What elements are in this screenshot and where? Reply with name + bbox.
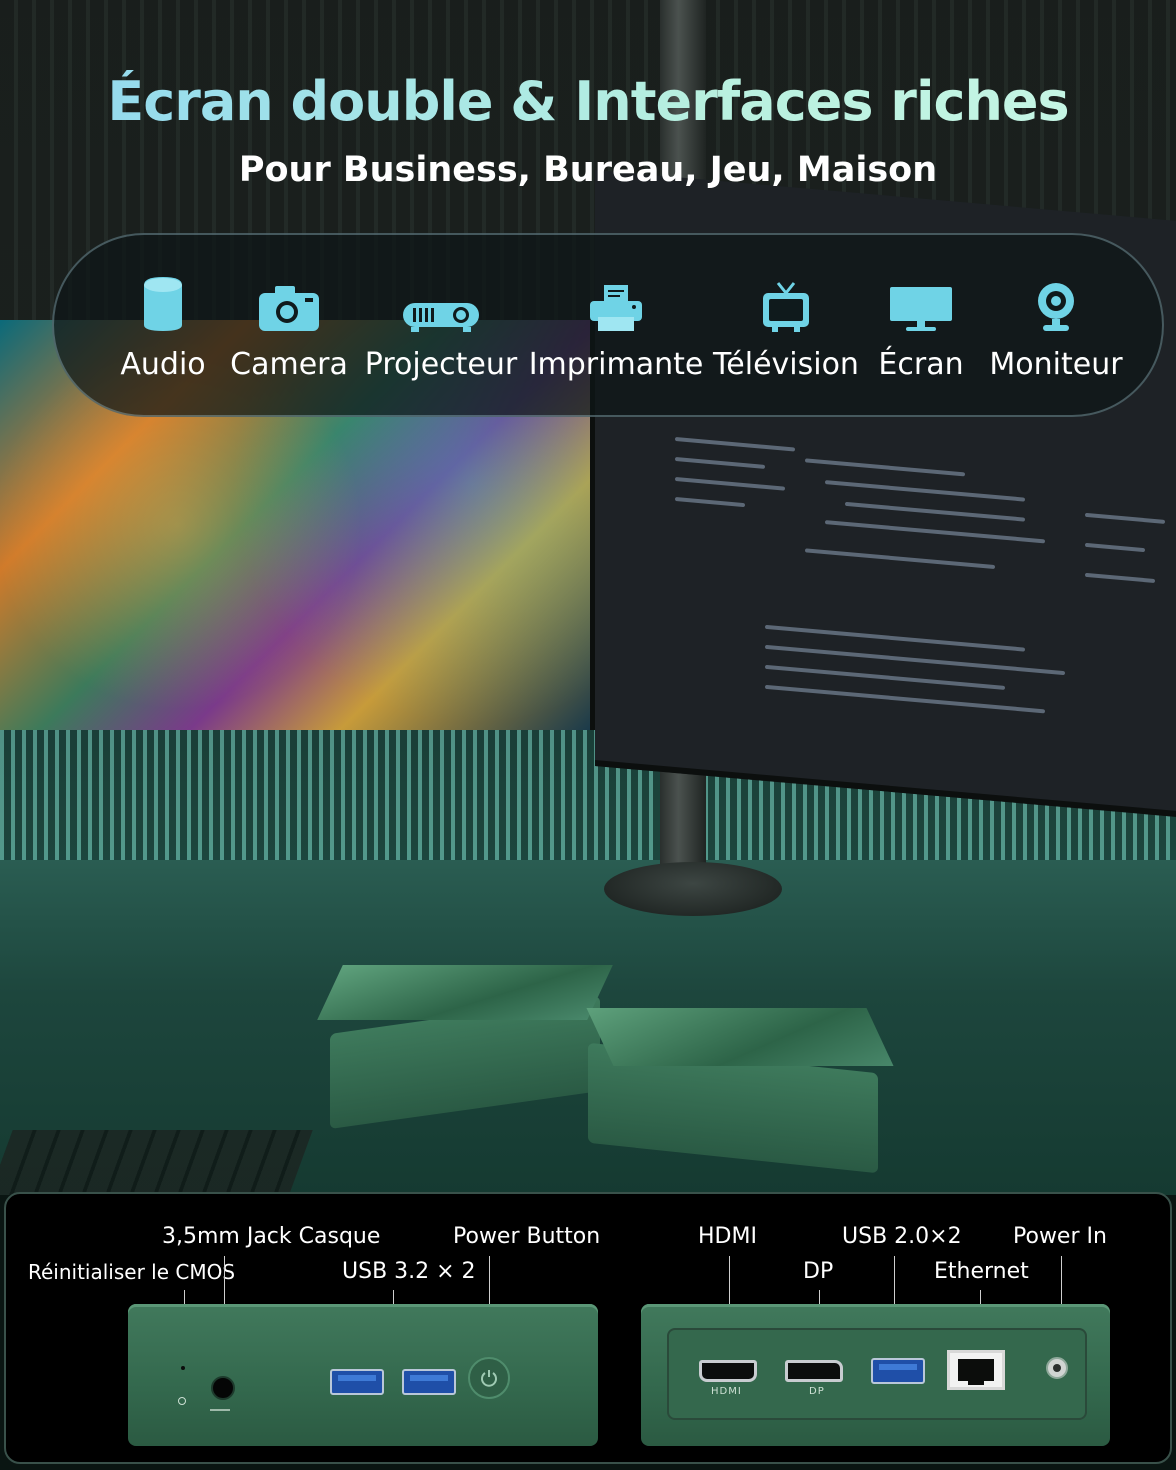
label-power-in: Power In	[1013, 1224, 1107, 1249]
page-title: Écran double & Interfaces riches	[0, 70, 1176, 133]
power-button[interactable]	[468, 1357, 510, 1399]
usb-3-port	[402, 1369, 456, 1395]
cmos-reset-icon	[178, 1397, 186, 1405]
displayport-port	[785, 1360, 843, 1382]
hdmi-port	[699, 1360, 757, 1382]
projector-icon	[401, 277, 481, 333]
page-subtitle: Pour Business, Bureau, Jeu, Maison	[238, 150, 938, 190]
webcam-icon	[1035, 277, 1077, 333]
device-item-printer: Imprimante	[529, 277, 703, 382]
mini-pc-front-lid	[317, 965, 613, 1020]
label-usb-rear: USB 2.0×2	[842, 1224, 962, 1249]
device-item-monitor: Moniteur	[989, 277, 1123, 382]
device-interfaces-panel: Audio Camera Projecteur Imprimante Télév…	[52, 233, 1164, 417]
label-reset-cmos: Réinitialiser le CMOS	[28, 1260, 236, 1284]
tv-icon	[760, 277, 812, 333]
display-icon	[888, 277, 954, 333]
cmos-reset-hole	[181, 1366, 185, 1370]
ethernet-port	[947, 1350, 1005, 1390]
usb-2-port	[871, 1358, 925, 1384]
monitor-arm-base	[604, 862, 782, 916]
device-item-camera: Camera	[230, 277, 348, 382]
label-dp: DP	[803, 1259, 834, 1284]
hdmi-mark: HDMI	[711, 1386, 742, 1397]
mini-pc-rear-lid	[586, 1008, 894, 1066]
device-label: Camera	[230, 347, 348, 382]
mini-pc-rear-panel: HDMI DP	[641, 1304, 1110, 1446]
power-icon	[481, 1370, 497, 1387]
usb-3-port	[330, 1369, 384, 1395]
label-headphone-jack: 3,5mm Jack Casque	[162, 1224, 381, 1249]
device-item-display: Écran	[876, 277, 966, 382]
device-item-audio: Audio	[120, 277, 206, 382]
printer-icon	[588, 277, 644, 333]
device-item-television: Télévision	[713, 277, 859, 382]
label-power-button: Power Button	[453, 1224, 601, 1249]
device-item-projector: Projecteur	[364, 277, 518, 382]
camera-icon	[257, 277, 321, 333]
device-label: Télévision	[713, 347, 859, 382]
label-hdmi: HDMI	[698, 1224, 757, 1249]
device-label: Moniteur	[989, 347, 1123, 382]
power-in-port	[1046, 1357, 1068, 1379]
label-ethernet: Ethernet	[934, 1259, 1029, 1284]
dp-mark: DP	[809, 1386, 825, 1397]
device-label: Écran	[878, 347, 964, 382]
speaker-icon	[138, 277, 188, 333]
device-label: Audio	[120, 347, 206, 382]
label-usb-front: USB 3.2 × 2	[342, 1259, 476, 1284]
headphone-jack-port	[211, 1376, 235, 1400]
mini-pc-front-panel	[128, 1304, 598, 1446]
device-label: Imprimante	[528, 347, 704, 382]
headphone-icon	[210, 1403, 230, 1411]
keyboard	[0, 1130, 313, 1195]
device-label: Projecteur	[364, 347, 518, 382]
